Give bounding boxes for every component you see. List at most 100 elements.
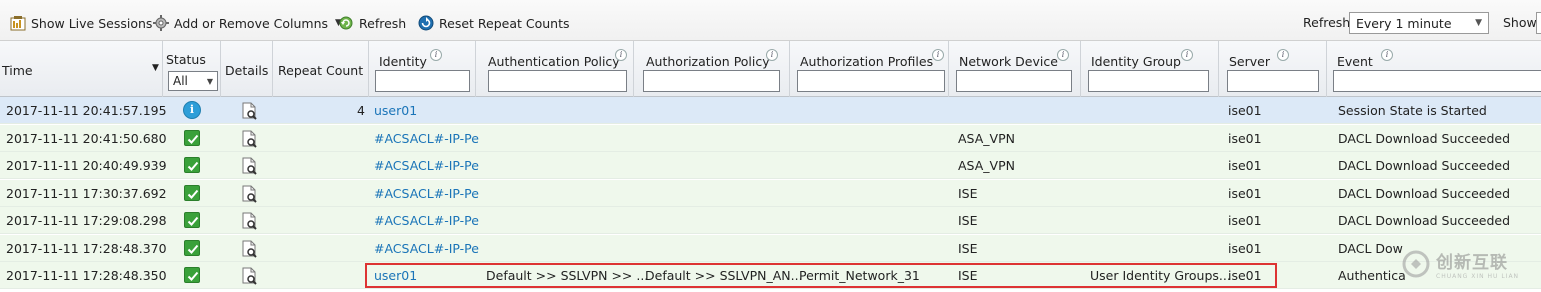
toolbar: Show Live Sessions Add or Remove Columns… — [0, 0, 1541, 44]
show-label: Show — [1503, 15, 1537, 30]
gear-icon — [153, 15, 169, 31]
sort-desc-icon[interactable]: ▼ — [152, 63, 159, 73]
network-device-filter-input[interactable] — [956, 70, 1072, 92]
chevron-down-icon: ▼ — [206, 76, 213, 86]
table-row[interactable]: 2017-11-11 20:41:50.680 #ACSACL#-IP-Pe ASA… — [0, 124, 1541, 152]
cell-identity[interactable]: #ACSACL#-IP-Pe — [374, 131, 479, 146]
details-magnifier-icon[interactable] — [241, 212, 257, 230]
cell-device: ISE — [958, 185, 978, 201]
identity-filter-input[interactable] — [375, 70, 470, 92]
table-row[interactable]: i 2017-11-11 20:41:57.195 4 user01 ise01 Sess… — [0, 97, 1541, 124]
table-row[interactable]: 2017-11-11 17:29:08.298 #ACSACL#-IP-Pe ISE… — [0, 207, 1541, 234]
success-check-icon — [184, 239, 200, 256]
reset-icon — [418, 15, 434, 31]
identity-group-filter-input[interactable] — [1088, 70, 1209, 92]
column-repeat-count: Repeat Count — [273, 41, 369, 98]
refresh-interval-select[interactable]: Every 1 minute ▼ — [1349, 12, 1489, 34]
info-icon[interactable]: i — [1057, 49, 1069, 61]
cell-time: 2017-11-11 20:41:57.195 — [6, 103, 167, 118]
info-icon[interactable]: i — [615, 49, 627, 61]
details-magnifier-icon[interactable] — [241, 157, 257, 175]
cell-time: 2017-11-11 17:28:48.350 — [6, 268, 167, 283]
refresh-button[interactable]: Refresh — [338, 12, 406, 34]
cell-server: ise01 — [1228, 213, 1262, 228]
column-authorization-policy: Authorization Policy i — [634, 41, 790, 98]
column-authentication-policy: Authentication Policy i — [476, 41, 634, 98]
cell-event: DACL Download Succeeded — [1338, 185, 1511, 201]
cell-server: ise01 — [1228, 158, 1262, 173]
cell-repeat: 4 — [357, 103, 365, 118]
add-remove-columns-button[interactable]: Add or Remove Columns ▼ — [153, 12, 342, 34]
success-check-icon — [184, 212, 200, 228]
info-icon[interactable]: i — [932, 49, 944, 61]
success-check-icon — [184, 129, 200, 146]
table-row[interactable]: 2017-11-11 17:28:48.350 user01 Default >> … — [0, 262, 1541, 289]
success-check-icon — [184, 184, 200, 201]
info-icon[interactable]: i — [1181, 49, 1193, 61]
cell-time: 2017-11-11 17:28:48.370 — [6, 240, 167, 256]
cell-time: 2017-11-11 17:30:37.692 — [6, 185, 167, 201]
info-icon[interactable]: i — [1277, 49, 1289, 61]
cell-server: ise01 — [1228, 103, 1262, 118]
cell-device: ISE — [958, 213, 978, 228]
cell-authn: Default >> SSLVPN >> ... — [486, 268, 649, 283]
cell-device: ASA_VPN — [958, 158, 1015, 173]
cell-server: ise01 — [1228, 130, 1262, 146]
column-status: Status All ▼ — [163, 41, 221, 98]
show-live-sessions-button[interactable]: Show Live Sessions — [10, 12, 152, 34]
success-check-icon — [184, 267, 200, 283]
cell-identity[interactable]: #ACSACL#-IP-Pe — [374, 213, 479, 228]
column-server: Server i — [1219, 41, 1327, 98]
cell-group: User Identity Groups... — [1090, 268, 1231, 283]
cell-identity[interactable]: #ACSACL#-IP-Pe — [374, 241, 479, 256]
cell-server: ise01 — [1228, 268, 1262, 283]
column-time[interactable]: Time ▼ — [0, 41, 163, 98]
info-status-icon: i — [183, 101, 201, 119]
details-magnifier-icon[interactable] — [241, 240, 257, 258]
cell-server: ise01 — [1228, 185, 1262, 201]
cell-event: DACL Download Succeeded — [1338, 213, 1511, 228]
cell-event: DACL Download Succeeded — [1338, 130, 1511, 146]
cell-event: Session State is Started — [1338, 103, 1487, 118]
authorization-policy-filter-input[interactable] — [643, 70, 780, 92]
server-filter-input[interactable] — [1227, 70, 1319, 92]
table-row[interactable]: 2017-11-11 17:28:48.370 #ACSACL#-IP-Pe ISE… — [0, 234, 1541, 262]
column-network-device: Network Device i — [949, 41, 1081, 98]
table-row[interactable]: 2017-11-11 17:30:37.692 #ACSACL#-IP-Pe ISE… — [0, 179, 1541, 207]
table-row[interactable]: 2017-11-11 20:40:49.939 #ACSACL#-IP-Pe ASA… — [0, 152, 1541, 179]
watermark: 创新互联 CHUANG XIN HU LIAN — [1402, 246, 1541, 282]
cell-device: ASA_VPN — [958, 130, 1015, 146]
info-icon[interactable]: i — [430, 49, 442, 61]
status-filter-select[interactable]: All ▼ — [168, 71, 218, 91]
cell-identity[interactable]: user01 — [374, 268, 417, 283]
cell-identity[interactable]: user01 — [374, 103, 417, 118]
cell-device: ISE — [958, 240, 978, 256]
column-authorization-profiles: Authorization Profiles i — [790, 41, 949, 98]
authentication-policy-filter-input[interactable] — [488, 70, 627, 92]
cell-profiles: Permit_Network_31 — [799, 268, 920, 283]
info-icon[interactable]: i — [766, 49, 778, 61]
event-filter-input[interactable] — [1333, 70, 1541, 92]
sessions-icon — [10, 15, 26, 31]
cell-server: ise01 — [1228, 240, 1262, 256]
watermark-logo-icon — [1402, 250, 1430, 278]
table-header: Time ▼ Status All ▼ Details Repeat Count… — [0, 40, 1541, 98]
details-magnifier-icon[interactable] — [241, 130, 257, 148]
cell-identity[interactable]: #ACSACL#-IP-Pe — [374, 186, 479, 201]
cell-event: DACL Download Succeeded — [1338, 158, 1511, 173]
cell-identity[interactable]: #ACSACL#-IP-Pe — [374, 158, 479, 173]
column-event: Event i — [1327, 41, 1541, 98]
details-magnifier-icon[interactable] — [241, 267, 257, 285]
details-magnifier-icon[interactable] — [241, 185, 257, 203]
column-details: Details — [221, 41, 273, 98]
authorization-profiles-filter-input[interactable] — [797, 70, 945, 92]
cell-event: DACL Dow — [1338, 240, 1403, 256]
show-count-select[interactable] — [1536, 12, 1541, 34]
reset-repeat-counts-button[interactable]: Reset Repeat Counts — [418, 12, 570, 34]
cell-device: ISE — [958, 268, 978, 283]
details-magnifier-icon[interactable] — [241, 102, 257, 120]
refresh-interval-label: Refresh — [1303, 15, 1351, 30]
chevron-down-icon: ▼ — [1475, 18, 1482, 28]
cell-event: Authentica — [1338, 268, 1406, 283]
info-icon[interactable]: i — [1381, 49, 1393, 61]
